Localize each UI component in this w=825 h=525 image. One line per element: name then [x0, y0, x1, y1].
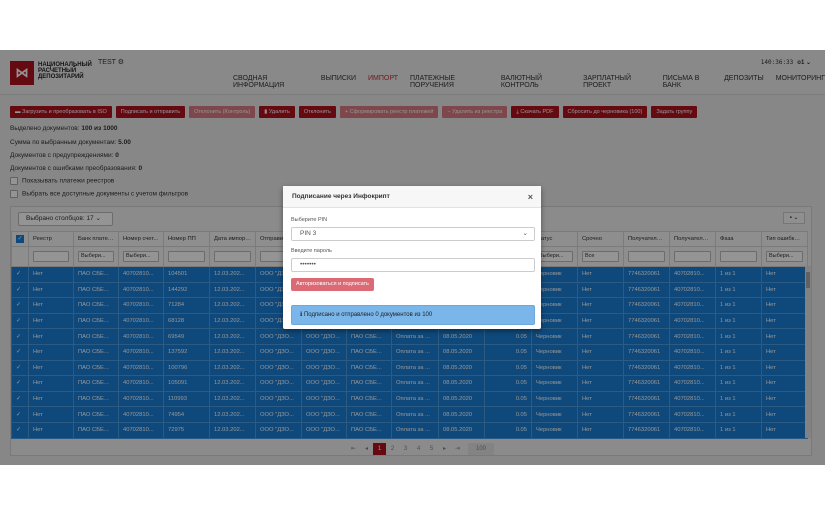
sign-modal: Подписание через Инфокрипт × Выберите PIN… [283, 186, 541, 329]
password-label: Введите пароль [291, 248, 332, 254]
info-icon: ℹ [300, 312, 303, 318]
pin-label: Выберите PIN [291, 217, 328, 223]
close-icon[interactable]: × [528, 186, 533, 208]
chevron-down-icon: ⌄ [522, 230, 528, 237]
sign-status-alert: ℹ Подписано и отправлено 0 документов из… [291, 305, 535, 325]
password-input[interactable]: ••••••• [291, 258, 535, 272]
pin-select[interactable]: PIN 3 ⌄ [291, 227, 535, 241]
modal-title: Подписание через Инфокрипт [292, 193, 390, 200]
modal-header: Подписание через Инфокрипт × [283, 186, 541, 208]
authorize-sign-button[interactable]: Авторизоваться и подписать [291, 278, 374, 291]
